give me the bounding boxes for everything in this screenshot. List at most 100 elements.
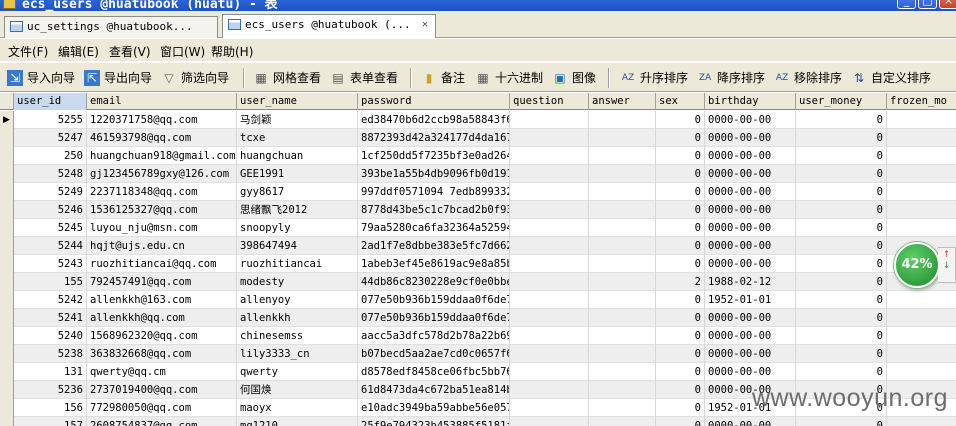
row-indicator[interactable]: [0, 309, 14, 327]
cell-password[interactable]: 997ddf0571094 7edb8993321: [358, 183, 510, 201]
table-row[interactable]: 5240 1568962320@qq.com chinesemss aacc5a3df…: [0, 327, 956, 345]
cell-user-money[interactable]: 0: [796, 255, 887, 273]
row-indicator[interactable]: [0, 327, 14, 345]
cell-birthday[interactable]: 0000-00-00: [705, 363, 796, 381]
cell-answer[interactable]: [589, 237, 656, 255]
minimize-button[interactable]: _: [897, 0, 916, 9]
cell-user-id[interactable]: 5238: [14, 345, 87, 363]
cell-frozen-mo[interactable]: [887, 417, 956, 426]
cell-user-name[interactable]: tcxe: [237, 129, 358, 147]
column-header-answer[interactable]: answer: [589, 93, 656, 110]
cell-birthday[interactable]: 0000-00-00: [705, 237, 796, 255]
cell-user-name[interactable]: allenyoy: [237, 291, 358, 309]
cell-password[interactable]: 79aa5280ca6fa32364a52594: [358, 219, 510, 237]
cell-email[interactable]: 2237118348@qq.com: [87, 183, 237, 201]
column-header-birthday[interactable]: birthday: [705, 93, 796, 110]
maximize-button[interactable]: □: [918, 0, 937, 9]
tab-ecs-users[interactable]: ecs_users @huatubook (... ✕: [222, 14, 436, 38]
cell-birthday[interactable]: 0000-00-00: [705, 327, 796, 345]
cell-user-money[interactable]: 0: [796, 201, 887, 219]
cell-user-id[interactable]: 155: [14, 273, 87, 291]
cell-sex[interactable]: 0: [656, 345, 705, 363]
cell-password[interactable]: 077e50b936b159ddaa0f6de7: [358, 291, 510, 309]
cell-question[interactable]: [510, 399, 589, 417]
cell-user-id[interactable]: 156: [14, 399, 87, 417]
custom-sort-button[interactable]: ⇅ 自定义排序: [851, 69, 931, 87]
cell-sex[interactable]: 0: [656, 255, 705, 273]
cell-birthday[interactable]: 1952-01-01: [705, 291, 796, 309]
sort-ascending-button[interactable]: AZ 升序排序: [620, 69, 688, 87]
column-header-user-id[interactable]: user_id: [14, 93, 87, 110]
cell-sex[interactable]: 0: [656, 111, 705, 129]
cell-sex[interactable]: 0: [656, 201, 705, 219]
memo-button[interactable]: ▮ 备注: [421, 69, 465, 87]
cell-birthday[interactable]: 0000-00-00: [705, 345, 796, 363]
cell-user-name[interactable]: qwerty: [237, 363, 358, 381]
cell-answer[interactable]: [589, 381, 656, 399]
table-row[interactable]: 5244 hqjt@ujs.edu.cn 398647494 2ad1f7e8dbbe…: [0, 237, 956, 255]
cell-user-id[interactable]: 5243: [14, 255, 87, 273]
row-indicator[interactable]: [0, 237, 14, 255]
cell-question[interactable]: [510, 111, 589, 129]
cell-user-id[interactable]: 250: [14, 147, 87, 165]
cell-question[interactable]: [510, 147, 589, 165]
cell-answer[interactable]: [589, 255, 656, 273]
cell-question[interactable]: [510, 255, 589, 273]
cell-user-money[interactable]: 0: [796, 273, 887, 291]
cell-sex[interactable]: 0: [656, 219, 705, 237]
cell-sex[interactable]: 0: [656, 183, 705, 201]
cell-password[interactable]: 44db86c8230228e9cf0e0bbe: [358, 273, 510, 291]
cell-password[interactable]: 1cf250dd5f7235bf3e0ad2648: [358, 147, 510, 165]
cell-frozen-mo[interactable]: [887, 219, 956, 237]
cell-user-name[interactable]: gyy8617: [237, 183, 358, 201]
cell-question[interactable]: [510, 201, 589, 219]
cell-sex[interactable]: 0: [656, 165, 705, 183]
cell-answer[interactable]: [589, 345, 656, 363]
cell-frozen-mo[interactable]: [887, 327, 956, 345]
cell-question[interactable]: [510, 237, 589, 255]
cell-user-id[interactable]: 5241: [14, 309, 87, 327]
cell-sex[interactable]: 0: [656, 327, 705, 345]
cell-birthday[interactable]: 0000-00-00: [705, 165, 796, 183]
cell-email[interactable]: 2608754837@qq.com: [87, 417, 237, 426]
cell-frozen-mo[interactable]: [887, 129, 956, 147]
cell-question[interactable]: [510, 291, 589, 309]
hex-button[interactable]: ▦ 十六进制: [475, 69, 543, 87]
table-row[interactable]: 5247 461593798@qq.com tcxe 8872393d42a32417…: [0, 129, 956, 147]
table-row[interactable]: 5238 363832668@qq.com lily3333_cn b07becd5a…: [0, 345, 956, 363]
cell-question[interactable]: [510, 165, 589, 183]
cell-question[interactable]: [510, 417, 589, 426]
cell-birthday[interactable]: 0000-00-00: [705, 219, 796, 237]
cell-answer[interactable]: [589, 147, 656, 165]
cell-user-id[interactable]: 5240: [14, 327, 87, 345]
cell-birthday[interactable]: 0000-00-00: [705, 255, 796, 273]
cell-user-money[interactable]: 0: [796, 111, 887, 129]
cell-user-money[interactable]: 0: [796, 237, 887, 255]
cell-email[interactable]: 1536125327@qq.com: [87, 201, 237, 219]
image-button[interactable]: ▣ 图像: [552, 69, 596, 87]
cell-question[interactable]: [510, 381, 589, 399]
cell-user-id[interactable]: 131: [14, 363, 87, 381]
cell-password[interactable]: 25f9e794323b453885f5181f: [358, 417, 510, 426]
cell-answer[interactable]: [589, 129, 656, 147]
cell-user-id[interactable]: 5236: [14, 381, 87, 399]
table-row[interactable]: 5243 ruozhitiancai@qq.com ruozhitiancai 1ab…: [0, 255, 956, 273]
cell-sex[interactable]: 0: [656, 291, 705, 309]
row-indicator[interactable]: [0, 255, 14, 273]
cell-birthday[interactable]: 0000-00-00: [705, 417, 796, 426]
row-indicator[interactable]: [0, 201, 14, 219]
cell-answer[interactable]: [589, 273, 656, 291]
remove-sort-button[interactable]: AZ 移除排序: [774, 69, 842, 87]
cell-user-id[interactable]: 157: [14, 417, 87, 426]
table-row[interactable]: 5248 gj123456789gxy@126.com GEE1991 393be1a…: [0, 165, 956, 183]
cell-birthday[interactable]: 0000-00-00: [705, 201, 796, 219]
table-row[interactable]: 5241 allenkkh@qq.com allenkkh 077e50b936b15…: [0, 309, 956, 327]
cell-user-money[interactable]: 0: [796, 363, 887, 381]
cell-question[interactable]: [510, 363, 589, 381]
cell-user-id[interactable]: 5248: [14, 165, 87, 183]
cell-answer[interactable]: [589, 399, 656, 417]
cell-password[interactable]: 2ad1f7e8dbbe383e5fc7d6624: [358, 237, 510, 255]
row-indicator[interactable]: [0, 363, 14, 381]
cell-user-name[interactable]: 思绪飘飞2012: [237, 201, 358, 219]
cell-user-name[interactable]: 398647494: [237, 237, 358, 255]
